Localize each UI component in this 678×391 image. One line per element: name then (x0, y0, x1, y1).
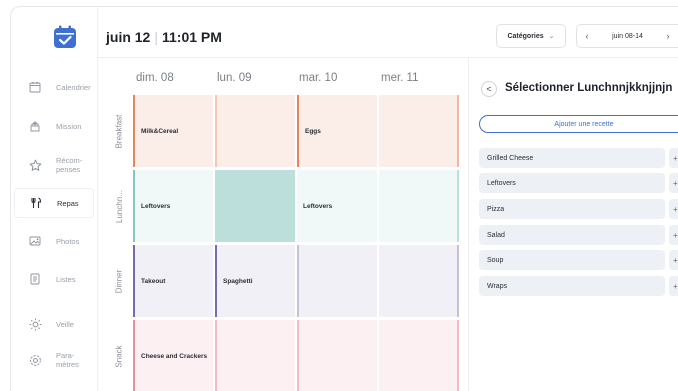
meal-cell[interactable]: Milk&Cereal (133, 95, 213, 167)
recipe-item[interactable]: Pizza (479, 199, 665, 219)
meal-cell-text: Leftovers (141, 203, 171, 210)
meal-cell[interactable]: Cheese and Crackers (133, 320, 213, 391)
sidebar-item-label: Récom- penses (56, 156, 83, 174)
app-window: Calendrier Mission Récom- penses Repas P… (0, 0, 678, 391)
panel-title: Sélectionner Lunchnnjkknjjnjn (505, 82, 673, 94)
meal-cell[interactable] (379, 320, 459, 391)
chevron-down-icon: ⌄ (548, 33, 555, 40)
list-icon (26, 270, 44, 288)
meal-cell[interactable] (379, 245, 459, 317)
fork-knife-icon (27, 194, 45, 212)
meal-cell[interactable]: Leftovers (297, 170, 377, 242)
back-button[interactable]: < (481, 81, 497, 97)
calendar-check-icon[interactable] (52, 24, 78, 50)
row-label-lunch: Lunchn... (114, 189, 124, 223)
sidebar-item-label: Veille (56, 319, 74, 329)
meal-cell[interactable]: Eggs (297, 95, 377, 167)
row-label-dinner: Dinner (114, 269, 124, 293)
sidebar-item-parametres[interactable]: Para- mètres (14, 345, 94, 375)
plus-icon[interactable]: + (669, 250, 678, 270)
recipe-item[interactable]: Salad (479, 225, 665, 245)
meal-cell[interactable]: Takeout (133, 245, 213, 317)
sidebar-item-label: Photos (56, 236, 80, 246)
meal-cell-text: Leftovers (303, 203, 333, 210)
meal-cell[interactable] (297, 320, 377, 391)
sidebar-item-label: Mission (56, 121, 82, 131)
sidebar-item-listes[interactable]: Listes (14, 264, 94, 294)
recipe-item[interactable]: Leftovers (479, 173, 665, 193)
recipe-item[interactable]: Soup (479, 250, 665, 270)
meal-cell-text: Spaghetti (223, 278, 253, 285)
plus-icon[interactable]: + (669, 199, 678, 219)
calendar-icon (26, 78, 44, 96)
sidebar-item-calendrier[interactable]: Calendrier (14, 72, 94, 102)
meal-cell[interactable] (215, 320, 295, 391)
sidebar-item-label: Calendrier (56, 82, 91, 92)
current-time: 11:01 PM (162, 29, 222, 45)
day-header: dim. 08 (136, 72, 174, 84)
plus-icon[interactable]: + (669, 173, 678, 193)
meal-cell-selected[interactable] (215, 170, 295, 242)
sidebar-item-photos[interactable]: Photos (14, 226, 94, 256)
recipe-item[interactable]: Wraps (479, 276, 665, 296)
week-label: juin 08-14 (612, 32, 643, 40)
sun-icon (26, 315, 44, 333)
meal-cell[interactable]: Leftovers (133, 170, 213, 242)
day-header: mar. 10 (299, 72, 338, 84)
sidebar-item-label: Listes (56, 274, 76, 284)
plus-icon[interactable]: + (669, 225, 678, 245)
meal-cell-text: Milk&Cereal (141, 128, 179, 135)
prev-week-icon[interactable]: ‹ (577, 31, 597, 41)
meal-cell-text: Eggs (305, 128, 321, 135)
plus-icon[interactable]: + (669, 148, 678, 168)
row-label-breakfast: Breakfast (114, 114, 124, 148)
next-week-icon[interactable]: › (658, 31, 678, 41)
plus-icon[interactable]: + (669, 276, 678, 296)
star-icon (26, 156, 44, 174)
recipe-panel: < Sélectionner Lunchnnjkknjjnjn Ajouter … (468, 58, 678, 391)
page-title: juin 12 | 11:01 PM (106, 29, 222, 45)
day-header: lun. 09 (217, 72, 252, 84)
meal-cell[interactable]: Spaghetti (215, 245, 295, 317)
sidebar-item-mission[interactable]: Mission (14, 111, 94, 141)
meal-cell[interactable] (379, 170, 459, 242)
sidebar-item-label: Repas (57, 198, 79, 208)
week-navigator: ‹ juin 08-14 › (576, 24, 678, 48)
meal-cell[interactable] (379, 95, 459, 167)
day-header: mer. 11 (381, 72, 419, 84)
row-label-snack: Snack (114, 344, 124, 368)
title-separator: | (154, 29, 158, 45)
mission-icon (26, 117, 44, 135)
meal-cell[interactable] (215, 95, 295, 167)
meal-cell-text: Takeout (141, 278, 166, 285)
photo-icon (26, 232, 44, 250)
sidebar-item-repas[interactable]: Repas (14, 188, 94, 218)
current-date: juin 12 (106, 29, 151, 45)
recipe-item[interactable]: Grilled Cheese (479, 148, 665, 168)
sidebar-item-veille[interactable]: Veille (14, 309, 94, 339)
chevron-left-icon: < (486, 84, 492, 94)
meal-cell[interactable] (297, 245, 377, 317)
meal-cell-text: Cheese and Crackers (141, 353, 208, 360)
gear-icon (26, 351, 44, 369)
categories-label: Catégories (507, 32, 544, 40)
add-recipe-button[interactable]: Ajouter une recette (479, 115, 678, 133)
sidebar-item-recompenses[interactable]: Récom- penses (14, 150, 94, 180)
categories-button[interactable]: Catégories ⌄ (496, 24, 566, 48)
sidebar-item-label: Para- mètres (56, 351, 79, 369)
